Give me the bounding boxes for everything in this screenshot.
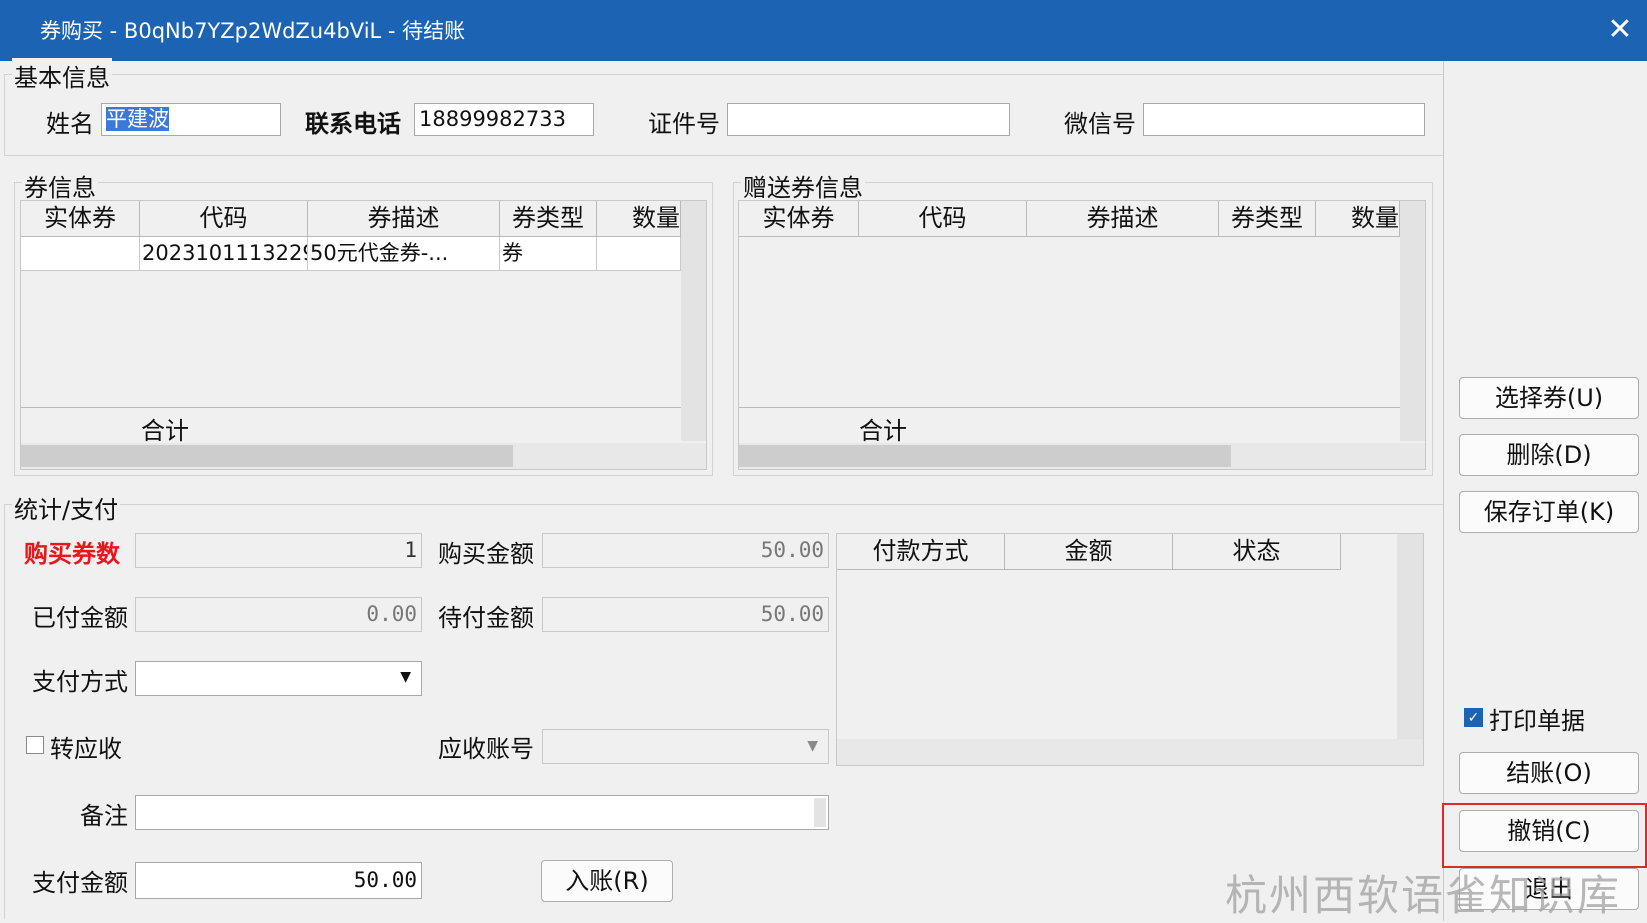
paid-amount-field: 0.00	[135, 597, 422, 632]
gift-col-code[interactable]: 代码	[859, 201, 1027, 237]
chevron-down-icon: ▼	[807, 738, 818, 754]
post-button[interactable]: 入账(R)	[541, 860, 673, 902]
title-bar: 券购买 - B0qNb7YZp2WdZu4bViL - 待结账 ✕	[0, 0, 1647, 61]
coupon-col-physical[interactable]: 实体券	[21, 201, 140, 237]
side-panel-divider	[1443, 61, 1444, 921]
buy-count-label: 购买券数	[24, 540, 120, 568]
id-field[interactable]	[727, 103, 1010, 136]
close-icon[interactable]: ✕	[1600, 8, 1640, 52]
gift-coupon-table[interactable]: 实体券 代码 券描述 券类型 数量 合计	[738, 200, 1426, 470]
wechat-label: 微信号	[1064, 110, 1136, 138]
wechat-field[interactable]	[1143, 103, 1425, 136]
gift-scroll-thumb[interactable]	[739, 445, 1231, 467]
phone-label: 联系电话	[305, 110, 401, 138]
cancel-button[interactable]: 撤销(C)	[1459, 810, 1639, 852]
stats-payment-legend: 统计/支付	[12, 490, 121, 525]
pay-amount-field[interactable]: 50.00	[135, 862, 422, 899]
gift-total-label: 合计	[859, 417, 907, 445]
coupon-col-type[interactable]: 券类型	[500, 201, 597, 237]
gift-col-type[interactable]: 券类型	[1219, 201, 1316, 237]
cell-type: 券	[500, 237, 597, 271]
account-select: ▼	[542, 729, 829, 764]
print-receipt-checkbox[interactable]: ✓	[1464, 708, 1483, 727]
chevron-down-icon[interactable]: ▼	[400, 662, 411, 692]
payment-method-select[interactable]: ▼	[135, 661, 422, 696]
cell-physical	[21, 237, 140, 271]
coupon-table[interactable]: 实体券 代码 券描述 券类型 数量 2023101113229 50元代金券-.…	[20, 200, 707, 470]
buy-count-field: 1	[135, 533, 422, 568]
gift-col-qty[interactable]: 数量	[1316, 201, 1400, 237]
gift-col-desc[interactable]: 券描述	[1027, 201, 1219, 237]
payment-col-method[interactable]: 付款方式	[837, 534, 1005, 570]
phone-field[interactable]: 18899982733	[414, 103, 594, 136]
checkout-button[interactable]: 结账(O)	[1459, 752, 1639, 794]
name-label: 姓名	[46, 110, 94, 138]
coupon-vertical-scrollbar[interactable]	[681, 201, 706, 441]
coupon-col-desc[interactable]: 券描述	[308, 201, 500, 237]
print-receipt-label: 打印单据	[1489, 707, 1585, 735]
buy-amount-field: 50.00	[542, 533, 829, 568]
save-order-button[interactable]: 保存订单(K)	[1459, 491, 1639, 533]
watermark-text: 杭州西软语雀知识库	[1225, 871, 1622, 920]
cell-qty	[597, 237, 681, 271]
select-coupon-button[interactable]: 选择券(U)	[1459, 377, 1639, 419]
window-title: 券购买 - B0qNb7YZp2WdZu4bViL - 待结账	[40, 19, 466, 43]
paid-amount-label: 已付金额	[32, 604, 128, 632]
name-field[interactable]: 平建波	[101, 103, 281, 136]
pending-amount-label: 待付金额	[438, 604, 534, 632]
receivable-label: 转应收	[50, 735, 122, 763]
coupon-col-code[interactable]: 代码	[140, 201, 308, 237]
pay-amount-label: 支付金额	[32, 869, 128, 897]
gift-col-physical[interactable]: 实体券	[739, 201, 859, 237]
coupon-total-label: 合计	[141, 417, 189, 445]
remark-label: 备注	[80, 802, 128, 830]
total-divider	[739, 407, 1400, 408]
receivable-checkbox[interactable]	[26, 736, 44, 754]
coupon-info-legend: 券信息	[22, 168, 98, 203]
delete-button[interactable]: 删除(D)	[1459, 434, 1639, 476]
remark-scrollbar[interactable]	[814, 798, 826, 827]
gift-coupon-legend: 赠送券信息	[741, 168, 865, 203]
buy-amount-label: 购买金额	[438, 540, 534, 568]
remark-field[interactable]	[135, 795, 829, 830]
payment-method-label: 支付方式	[32, 668, 128, 696]
cell-desc: 50元代金券-...	[308, 237, 500, 271]
basic-info-legend: 基本信息	[12, 58, 112, 93]
gift-vertical-scrollbar[interactable]	[1400, 201, 1425, 441]
coupon-scroll-thumb[interactable]	[21, 445, 513, 467]
payment-col-status[interactable]: 状态	[1173, 534, 1341, 570]
coupon-col-qty[interactable]: 数量	[597, 201, 681, 237]
coupon-horizontal-scrollbar[interactable]	[21, 443, 706, 469]
payment-horizontal-scrollbar[interactable]	[837, 739, 1423, 765]
gift-horizontal-scrollbar[interactable]	[739, 443, 1425, 469]
payment-vertical-scrollbar[interactable]	[1397, 534, 1423, 739]
id-label: 证件号	[648, 110, 720, 138]
payment-col-amount[interactable]: 金额	[1005, 534, 1173, 570]
name-value: 平建波	[106, 107, 169, 131]
account-label: 应收账号	[438, 735, 534, 763]
payment-table[interactable]: 付款方式 金额 状态	[836, 533, 1424, 766]
total-divider	[21, 407, 681, 408]
cell-code: 2023101113229	[140, 237, 308, 271]
pending-amount-field: 50.00	[542, 597, 829, 632]
table-row[interactable]: 2023101113229 50元代金券-... 券	[21, 237, 681, 271]
